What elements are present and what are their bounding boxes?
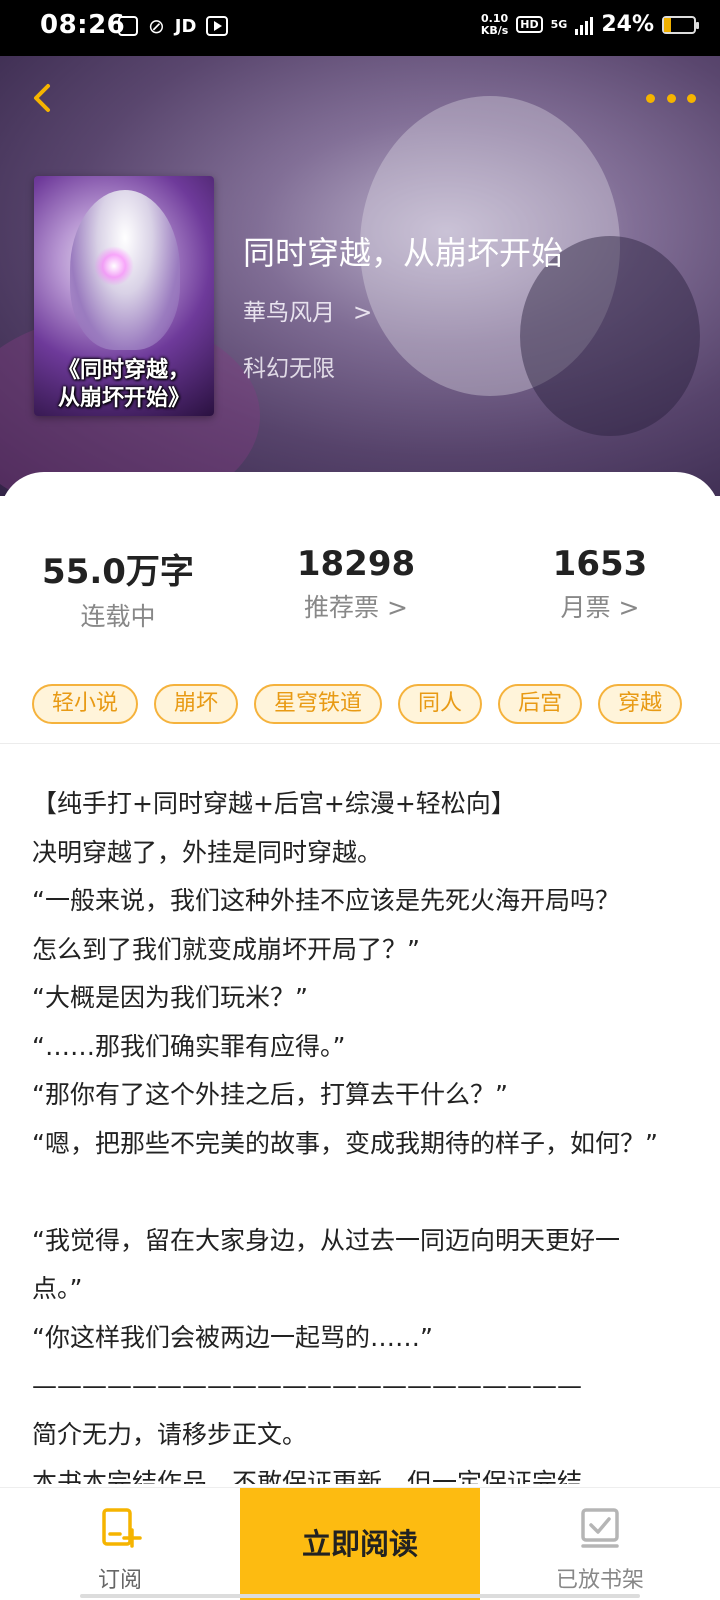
word-count-value: 55.0万字 [42,552,194,592]
divider [0,743,720,744]
synopsis-line: “我觉得，留在大家身边，从过去一同迈向明天更好一 [32,1225,620,1255]
cover-title: 《同时穿越， 从崩坏开始》 [57,357,190,411]
chevron-right-icon: > [353,300,373,326]
network-speed-unit: KB/s [480,23,509,37]
synopsis-line: “你这样我们会被两边一起骂的……” [32,1322,433,1352]
home-indicator[interactable] [80,1594,640,1598]
notification-play-icon [206,16,229,36]
synopsis-line: 点。” [32,1274,83,1303]
read-now-button[interactable]: 立即阅读 [240,1488,480,1600]
more-options-button[interactable] [646,86,696,110]
synopsis-line [32,1168,698,1217]
synopsis-line: 决明穿越了，外挂是同时穿越。 [32,837,383,867]
synopsis-line: 简介无力，请移步正文。 [32,1419,308,1449]
notification-app-icon [118,16,138,36]
bottom-action-bar: 订阅 立即阅读 已放书架 [0,1487,720,1600]
synopsis-line: “大概是因为我们玩米？” [32,983,308,1012]
chevron-left-icon [34,84,50,112]
battery-percent: 24% [601,12,654,37]
battery-icon [662,15,699,34]
recommend-votes-value: 18298 [296,544,416,584]
monthly-votes-stat[interactable]: 1653 月票 > [502,544,698,624]
synopsis-line: 【纯手打+同时穿越+后宫+综漫+轻松向】 [32,789,516,818]
subscribe-label: 订阅 [97,1568,142,1593]
more-dots-icon [646,93,655,103]
synopsis-line: “一般来说，我们这种外挂不应该是先死火海开局吗？ [32,886,620,915]
synopsis-line: “那你有了这个外挂之后，打算去干什么？” [32,1080,508,1109]
tag-chip[interactable]: 同人 [398,684,483,724]
network-speed: 0.10 KB/s [480,11,509,37]
synopsis-line: “……那我们确实罪有应得。” [32,1031,346,1061]
book-synopsis: 【纯手打+同时穿越+后宫+综漫+轻松向】 决明穿越了，外挂是同时穿越。 “一般来… [32,780,698,1484]
serial-status: 连载中 [80,602,156,631]
synopsis-line: 怎么到了我们就变成崩坏开局了？” [32,934,420,964]
monthly-votes-value: 1653 [552,544,648,584]
notification-leaf-icon: ⊘ [148,14,165,38]
book-genre: 科幻无限 [243,356,335,382]
tag-list: 轻小说 崩坏 星穹铁道 同人 后宫 穿越 [32,684,720,724]
bookshelf-label: 已放书架 [555,1568,644,1593]
status-bar: 08:26 ⊘ JD 0.10 KB/s HD 5G 24% [0,0,720,56]
book-cover: 《同时穿越， 从崩坏开始》 [34,176,214,416]
synopsis-line: 本书本完结作品，不敢保证更新，但一定保证完结 [32,1468,583,1484]
status-notification-icons: ⊘ JD [118,14,229,38]
signal-icon [575,15,594,35]
read-now-label: 立即阅读 [301,1527,418,1561]
status-system-icons: 0.10 KB/s HD 5G 24% [480,11,699,37]
hd-icon: HD [516,16,543,33]
bookshelf-check-icon [581,1508,619,1548]
network-type: 5G [550,18,568,31]
notification-jd-icon: JD [174,15,197,37]
monthly-votes-label: 月票 > [560,593,640,622]
word-count-stat: 55.0万字 连载中 [20,544,216,633]
network-speed-value: 0.10 [480,11,509,25]
tag-chip[interactable]: 崩坏 [154,684,239,724]
tag-chip[interactable]: 后宫 [498,684,583,724]
author-link[interactable]: 華鸟风月 > [243,293,372,327]
tag-chip[interactable]: 穿越 [598,684,683,724]
back-button[interactable] [26,76,66,120]
synopsis-line: —————————————————————— [32,1371,582,1400]
tag-chip[interactable]: 星穹铁道 [254,684,383,724]
book-stats: 55.0万字 连载中 18298 推荐票 > 1653 月票 > [0,544,720,631]
recommend-votes-stat[interactable]: 18298 推荐票 > [258,544,454,624]
subscribe-button[interactable]: 订阅 [0,1488,240,1600]
synopsis-line: “嗯，把那些不完美的故事，变成我期待的样子，如何？” [32,1128,658,1158]
bookshelf-button[interactable]: 已放书架 [480,1488,720,1600]
book-title: 同时穿越，从崩坏开始 [243,234,564,272]
tag-chip[interactable]: 轻小说 [32,684,139,724]
author-name: 華鸟风月 [243,300,335,326]
status-time: 08:26 [40,10,126,40]
recommend-votes-label: 推荐票 > [304,593,408,622]
battery-level [664,17,672,32]
subscribe-plus-icon [102,1508,142,1548]
